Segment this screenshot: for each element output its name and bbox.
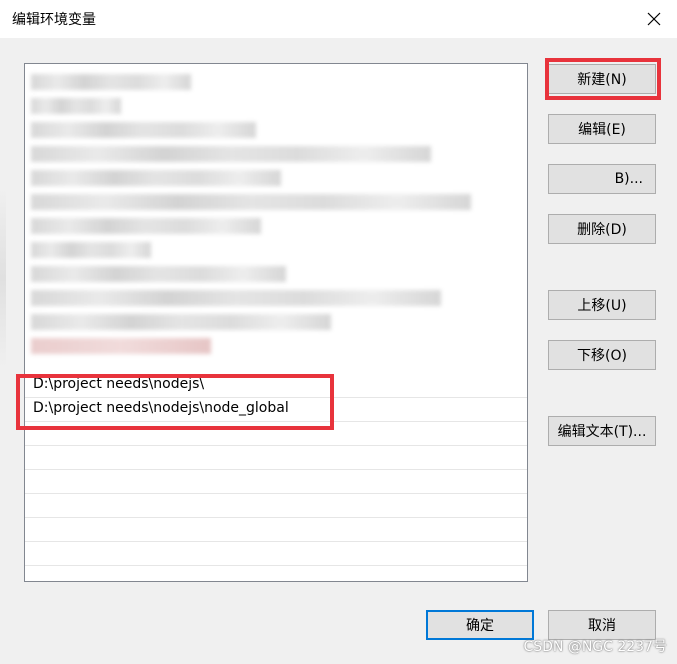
- blurred-edge: [0, 188, 6, 368]
- ok-button[interactable]: 确定: [426, 610, 534, 640]
- path-entry-nodejs: D:\project needs\nodejs\: [33, 376, 205, 392]
- path-entry-node-global: D:\project needs\nodejs\node_global: [33, 400, 289, 416]
- edit-text-button[interactable]: 编辑文本(T)...: [548, 416, 656, 446]
- browse-button-label: B)...: [614, 171, 643, 187]
- close-button[interactable]: [631, 0, 677, 38]
- delete-button[interactable]: 删除(D): [548, 214, 656, 244]
- edit-button[interactable]: 编辑(E): [548, 114, 656, 144]
- move-down-button[interactable]: 下移(O): [548, 340, 656, 370]
- list-item-empty[interactable]: [25, 470, 527, 494]
- list-item-empty[interactable]: [25, 494, 527, 518]
- close-icon: [647, 12, 661, 26]
- list-item-empty[interactable]: [25, 518, 527, 542]
- title-bar: 编辑环境变量: [0, 0, 677, 38]
- watermark: CSDN @NGC 2237号: [523, 639, 667, 655]
- redacted-entries: [25, 64, 527, 374]
- path-entries-list[interactable]: D:\project needs\nodejs\ D:\project need…: [24, 63, 528, 582]
- list-item-empty[interactable]: [25, 542, 527, 566]
- list-item-empty[interactable]: [25, 422, 527, 446]
- edit-environment-variable-dialog: 编辑环境变量 D:\project needs\nodejs\ D:\proje…: [0, 0, 677, 664]
- browse-button[interactable]: B)...: [548, 164, 656, 194]
- list-item[interactable]: D:\project needs\nodejs\: [25, 374, 527, 398]
- list-item[interactable]: D:\project needs\nodejs\node_global: [25, 398, 527, 422]
- move-up-button[interactable]: 上移(U): [548, 290, 656, 320]
- dialog-title: 编辑环境变量: [12, 12, 96, 28]
- list-item-empty[interactable]: [25, 446, 527, 470]
- dialog-body: D:\project needs\nodejs\ D:\project need…: [0, 38, 677, 664]
- new-button[interactable]: 新建(N): [548, 64, 656, 94]
